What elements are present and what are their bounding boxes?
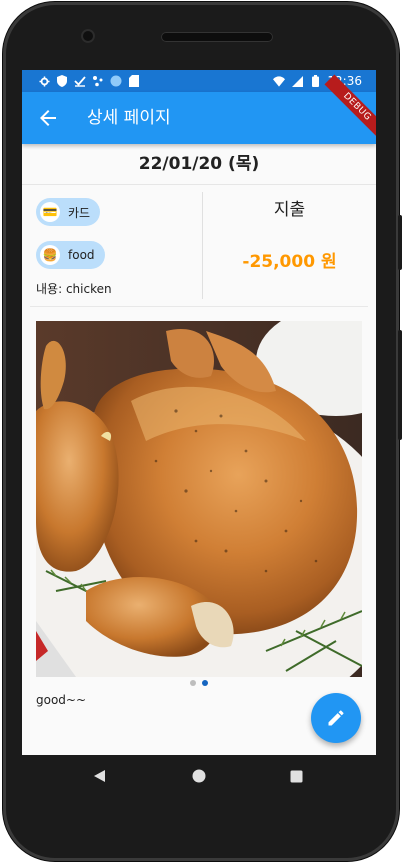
circle-icon	[110, 75, 122, 87]
recents-square-icon[interactable]	[290, 768, 303, 787]
transaction-type: 지출	[273, 200, 306, 220]
entry-amount-panel: 지출 -25,000 원	[203, 185, 376, 305]
arrow-back-icon[interactable]	[36, 106, 60, 130]
app-bar: 상세 페이지 DEBUG	[22, 74, 376, 144]
payment-chip: 💳 카드	[36, 198, 101, 226]
carousel-dot-active[interactable]	[202, 680, 208, 686]
earpiece	[161, 32, 273, 42]
entry-date: 22/01/20 (목)	[22, 144, 376, 185]
entry-tags: 💳 카드 🍔 food 내용: chicken	[22, 185, 202, 305]
payment-chip-label: 카드	[68, 205, 91, 220]
status-bar: 12:36	[22, 70, 376, 92]
system-nav-bar	[22, 755, 376, 797]
screen: 12:36 상세 페이지 DEBUG 22/01/20 (목) 💳 카드 🍔 f…	[22, 70, 376, 755]
gear-icon	[38, 75, 50, 87]
page-title: 상세 페이지	[87, 108, 171, 128]
network-icon	[92, 75, 104, 87]
section-divider	[30, 306, 368, 307]
home-circle-icon[interactable]	[192, 768, 206, 787]
check-icon	[74, 75, 86, 87]
signal-icon	[291, 75, 303, 87]
roast-chicken-photo[interactable]	[36, 321, 362, 677]
category-chip-label: food	[68, 248, 95, 262]
front-camera	[81, 29, 95, 43]
edit-pencil-icon	[328, 710, 344, 726]
wifi-icon	[273, 75, 286, 87]
hamburger-icon: 🍔	[40, 245, 60, 265]
category-chip: 🍔 food	[36, 241, 105, 269]
back-triangle-icon[interactable]	[93, 768, 107, 787]
carousel-indicator	[22, 680, 376, 686]
memo-text: 내용: chicken	[36, 282, 112, 296]
amount-text: -25,000 원	[242, 252, 337, 272]
battery-icon	[309, 75, 321, 87]
edit-button[interactable]	[311, 693, 361, 743]
credit-card-icon: 💳	[40, 202, 60, 222]
shield-icon	[56, 75, 68, 87]
carousel-dot[interactable]	[190, 680, 196, 686]
power-button	[398, 215, 402, 270]
sdcard-icon	[128, 75, 140, 87]
volume-button	[398, 330, 402, 440]
note-text: good~~	[36, 693, 87, 707]
